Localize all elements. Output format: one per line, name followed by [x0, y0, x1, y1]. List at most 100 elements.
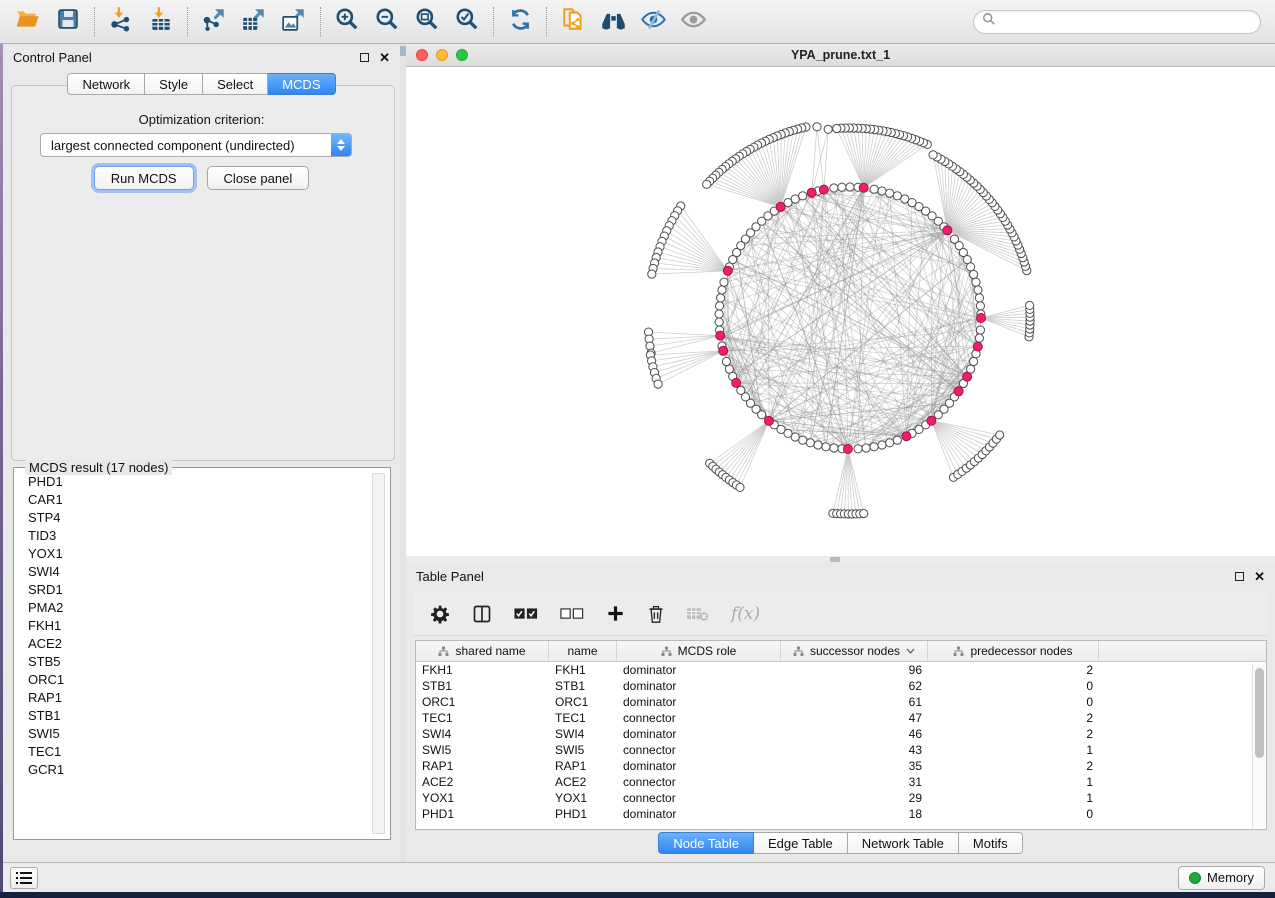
- criterion-dropdown[interactable]: largest connected component (undirected): [40, 133, 352, 157]
- table-row[interactable]: FKH1FKH1dominator962: [416, 662, 1251, 678]
- mcds-result-item[interactable]: GCR1: [16, 760, 370, 778]
- cell-predecessor_nodes: 1: [928, 775, 1099, 789]
- mcds-result-item[interactable]: PMA2: [16, 598, 370, 616]
- network-overview-button[interactable]: [593, 4, 633, 40]
- table-row[interactable]: SWI5SWI5connector431: [416, 742, 1251, 758]
- table-row[interactable]: YOX1YOX1connector291: [416, 790, 1251, 806]
- function-builder-button[interactable]: f(x): [731, 604, 760, 624]
- mcds-list-scrollbar[interactable]: [372, 473, 385, 834]
- mcds-result-item[interactable]: STB5: [16, 652, 370, 670]
- cell-name: SWI5: [549, 743, 617, 757]
- table-row[interactable]: ACE2ACE2connector311: [416, 774, 1251, 790]
- splitter-handle[interactable]: [830, 557, 840, 562]
- column-header-name[interactable]: name: [549, 641, 617, 661]
- network-graph[interactable]: [406, 67, 1275, 556]
- mcds-result-list[interactable]: PHD1CAR1STP4TID3YOX1SWI4SRD1PMA2FKH1ACE2…: [16, 472, 370, 837]
- mcds-result-item[interactable]: SRD1: [16, 580, 370, 598]
- cell-successor_nodes: 18: [781, 807, 928, 821]
- column-header-shared-name[interactable]: shared name: [416, 641, 549, 661]
- zoom-selected-button[interactable]: [447, 4, 487, 40]
- select-all-columns-button[interactable]: [514, 607, 538, 621]
- column-type-icon: [438, 646, 449, 657]
- zoom-fit-button[interactable]: [407, 4, 447, 40]
- mcds-result-item[interactable]: ACE2: [16, 634, 370, 652]
- create-column-button[interactable]: [606, 604, 625, 623]
- table-row[interactable]: SWI4SWI4dominator462: [416, 726, 1251, 742]
- export-image-button[interactable]: [274, 4, 314, 40]
- table-scrollbar[interactable]: [1252, 663, 1265, 828]
- unchecked-boxes-icon: [560, 607, 584, 621]
- mcds-result-item[interactable]: ORC1: [16, 670, 370, 688]
- open-folder-button[interactable]: [8, 4, 48, 40]
- hide-selected-button[interactable]: [633, 4, 673, 40]
- close-panel-icon[interactable]: ✕: [1254, 572, 1265, 581]
- close-panel-icon[interactable]: ✕: [379, 53, 390, 62]
- mcds-result-item[interactable]: CAR1: [16, 490, 370, 508]
- delete-table-button[interactable]: [687, 606, 709, 622]
- mcds-result-item[interactable]: STP4: [16, 508, 370, 526]
- memory-status-icon: [1189, 872, 1201, 884]
- table-row[interactable]: RAP1RAP1dominator352: [416, 758, 1251, 774]
- tab-select[interactable]: Select: [203, 73, 268, 95]
- table-row[interactable]: ORC1ORC1dominator610: [416, 694, 1251, 710]
- clone-network-button[interactable]: [553, 4, 593, 40]
- control-panel: Control Panel ✕ NetworkStyleSelectMCDS O…: [3, 44, 400, 862]
- mcds-result-item[interactable]: SWI5: [16, 724, 370, 742]
- float-panel-icon[interactable]: [360, 53, 369, 62]
- tab-motifs[interactable]: Motifs: [959, 832, 1023, 854]
- column-header-MCDS-role[interactable]: MCDS role: [617, 641, 781, 661]
- mcds-result-item[interactable]: SWI4: [16, 562, 370, 580]
- mcds-result-item[interactable]: STB1: [16, 706, 370, 724]
- column-type-icon: [793, 646, 804, 657]
- network-window-titlebar[interactable]: YPA_prune.txt_1: [406, 44, 1275, 67]
- mcds-result-item[interactable]: FKH1: [16, 616, 370, 634]
- table-row[interactable]: TEC1TEC1connector472: [416, 710, 1251, 726]
- show-all-button[interactable]: [673, 4, 713, 40]
- mcds-result-item[interactable]: PHD1: [16, 472, 370, 490]
- cell-name: YOX1: [549, 791, 617, 805]
- run-mcds-button[interactable]: Run MCDS: [94, 166, 194, 190]
- tab-node-table[interactable]: Node Table: [658, 832, 754, 854]
- mcds-result-box: MCDS result (17 nodes) PHD1CAR1STP4TID3Y…: [13, 467, 391, 840]
- refresh-layout-button[interactable]: [500, 4, 540, 40]
- deselect-all-columns-button[interactable]: [560, 607, 584, 621]
- mcds-result-item[interactable]: TEC1: [16, 742, 370, 760]
- export-network-button[interactable]: [194, 4, 234, 40]
- clone-network-icon: [560, 6, 586, 37]
- save-button[interactable]: [48, 4, 88, 40]
- delete-column-button[interactable]: [647, 604, 665, 624]
- tab-style[interactable]: Style: [145, 73, 203, 95]
- float-panel-icon[interactable]: [1235, 572, 1244, 581]
- search-input[interactable]: [1001, 15, 1252, 29]
- cell-mcds_role: dominator: [617, 679, 781, 693]
- mcds-result-item[interactable]: TID3: [16, 526, 370, 544]
- control-panel-titlebar: Control Panel ✕: [3, 44, 400, 70]
- horizontal-splitter[interactable]: [406, 556, 1275, 563]
- task-history-button[interactable]: [10, 867, 38, 889]
- tab-edge-table[interactable]: Edge Table: [754, 832, 848, 854]
- table-row[interactable]: STB1STB1dominator620: [416, 678, 1251, 694]
- zoom-out-button[interactable]: [367, 4, 407, 40]
- table-settings-button[interactable]: [430, 604, 450, 624]
- zoom-in-button[interactable]: [327, 4, 367, 40]
- cell-mcds_role: dominator: [617, 727, 781, 741]
- export-table-button[interactable]: [234, 4, 274, 40]
- import-table-button[interactable]: [141, 4, 181, 40]
- table-row[interactable]: PHD1PHD1dominator180: [416, 806, 1251, 822]
- search-box[interactable]: [973, 10, 1261, 34]
- close-panel-button[interactable]: Close panel: [207, 166, 310, 190]
- tab-network-table[interactable]: Network Table: [848, 832, 959, 854]
- tab-network[interactable]: Network: [67, 73, 145, 95]
- mcds-result-item[interactable]: YOX1: [16, 544, 370, 562]
- column-header-predecessor-nodes[interactable]: predecessor nodes: [928, 641, 1099, 661]
- memory-button[interactable]: Memory: [1178, 866, 1265, 890]
- column-header-successor-nodes[interactable]: successor nodes: [781, 641, 928, 661]
- scrollbar-thumb[interactable]: [1255, 668, 1264, 758]
- import-network-button[interactable]: [101, 4, 141, 40]
- import-network-icon: [108, 6, 134, 37]
- show-columns-button[interactable]: [472, 604, 492, 624]
- list-icon: [16, 871, 32, 885]
- tab-mcds[interactable]: MCDS: [268, 73, 335, 95]
- mcds-result-item[interactable]: RAP1: [16, 688, 370, 706]
- table-toolbar: f(x): [414, 592, 1267, 636]
